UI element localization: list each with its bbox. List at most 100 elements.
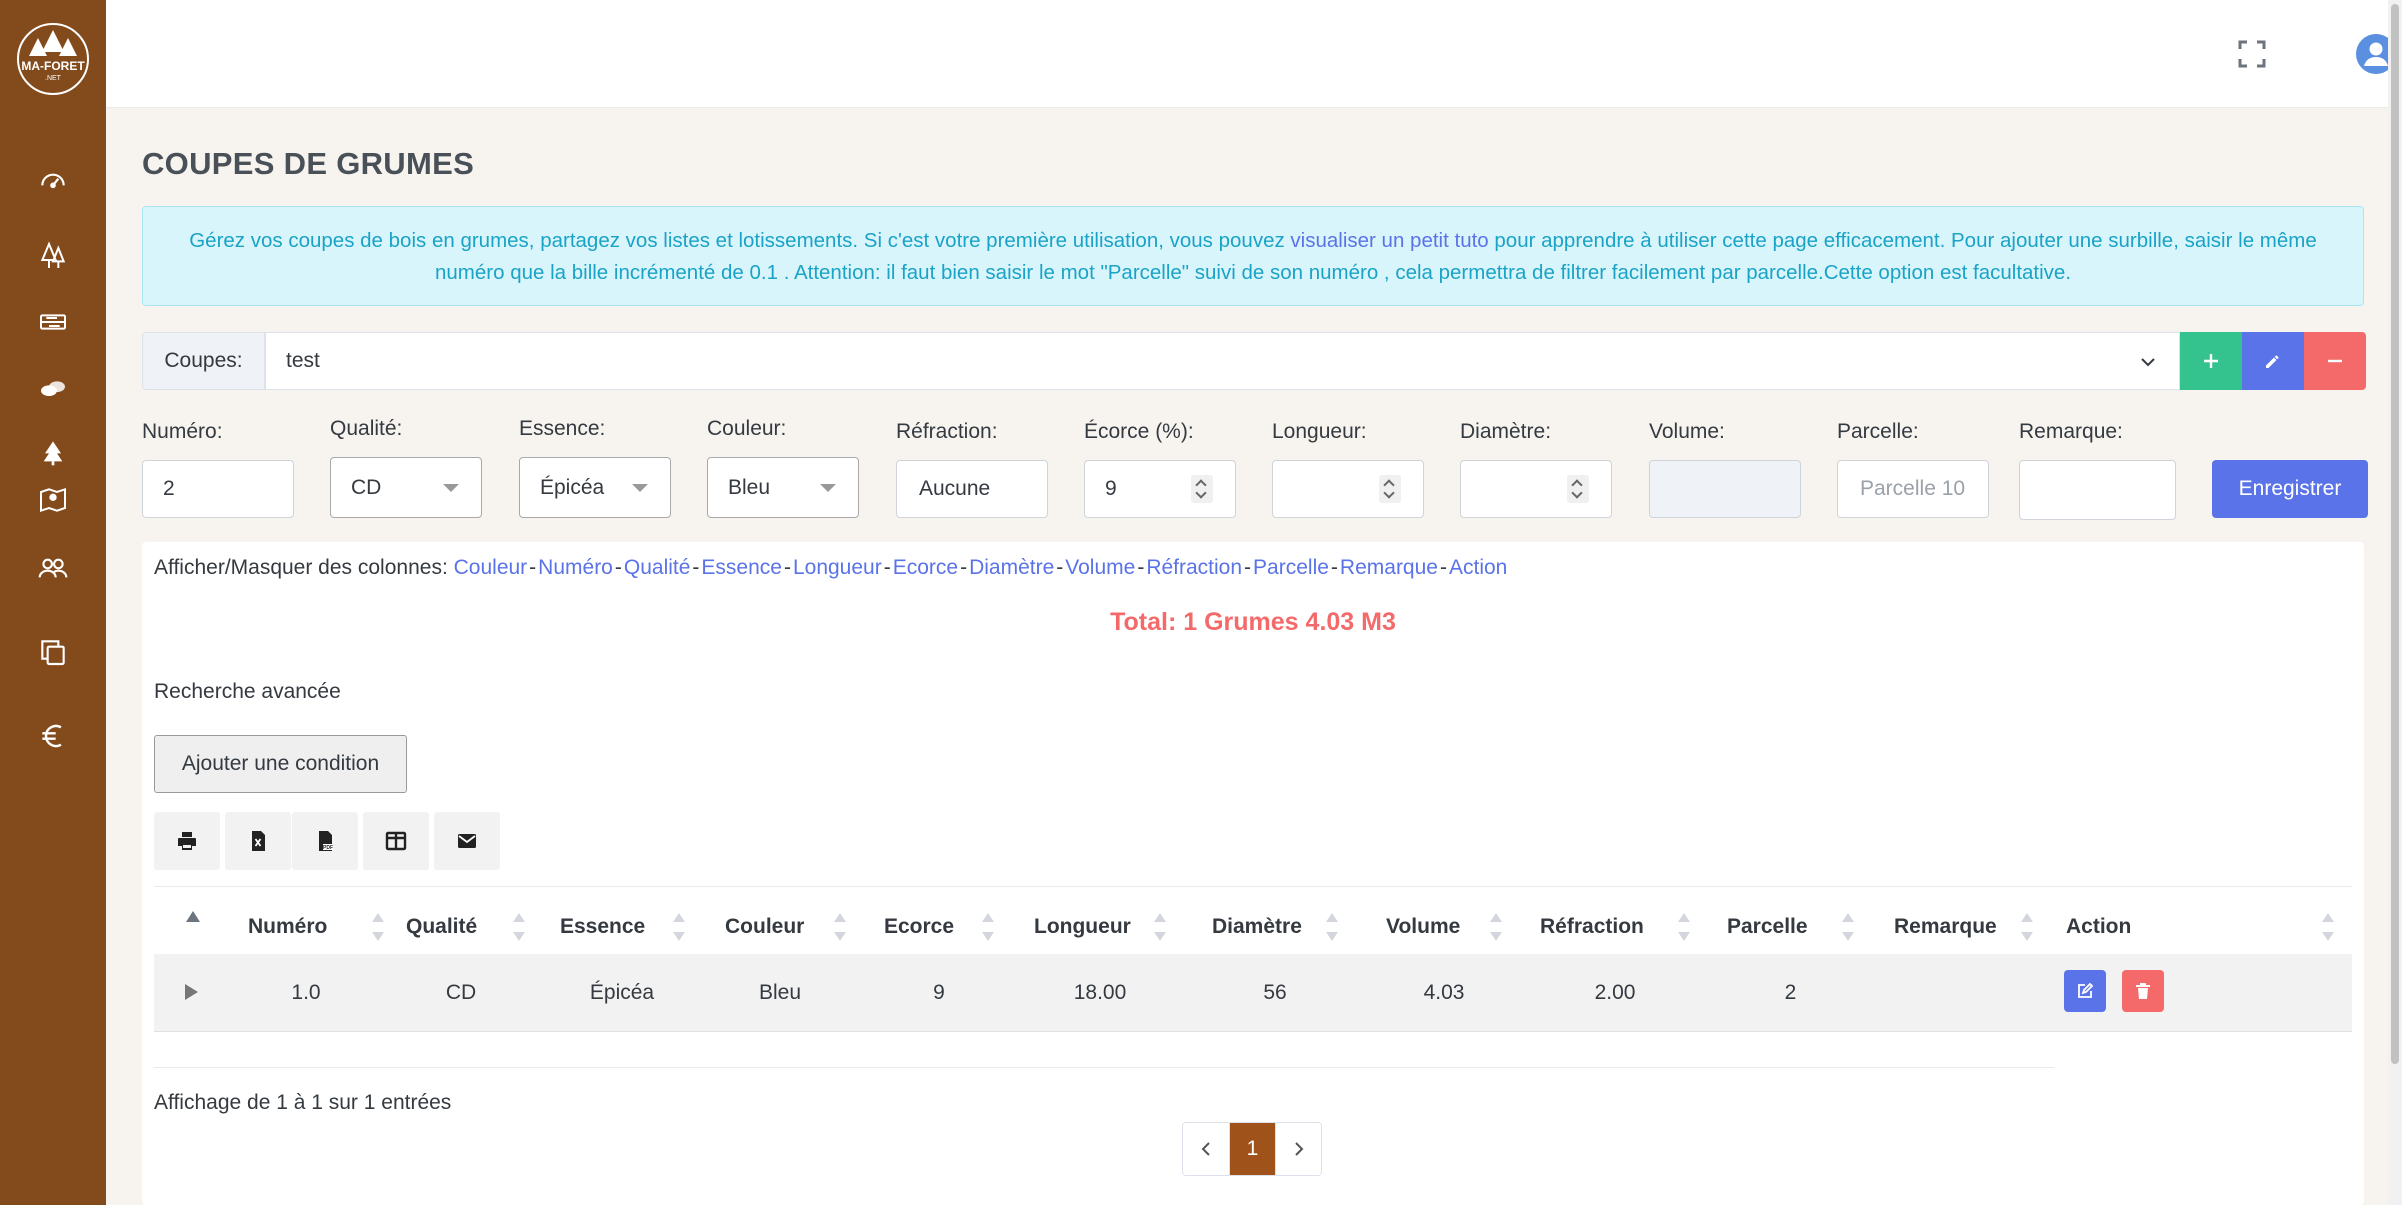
- toggle-parcelle[interactable]: Parcelle: [1253, 556, 1329, 579]
- svg-text:.NET: .NET: [45, 75, 62, 82]
- sort-icon[interactable]: [1842, 913, 1854, 941]
- refraction-label: Réfraction:: [896, 420, 998, 443]
- sort-icon[interactable]: [2021, 913, 2033, 941]
- alert-text-before: Gérez vos coupes de bois en grumes, part…: [189, 229, 1291, 252]
- sort-icon[interactable]: [372, 913, 384, 941]
- sort-icon[interactable]: [982, 913, 994, 941]
- essence-label: Essence:: [519, 417, 606, 440]
- copy-icon[interactable]: [33, 632, 73, 672]
- map-icon[interactable]: [33, 480, 73, 520]
- coupes-label: Coupes:: [142, 332, 265, 390]
- remarque-input[interactable]: [2019, 460, 2176, 520]
- cell-volume: 4.03: [1423, 981, 1465, 1004]
- longueur-label: Longueur:: [1272, 420, 1367, 443]
- fir-tree-icon[interactable]: [33, 432, 73, 472]
- edit-row-button[interactable]: [2064, 970, 2106, 1012]
- fullscreen-icon[interactable]: [2236, 38, 2268, 70]
- columns-button[interactable]: [363, 812, 429, 870]
- column-toggle-row: Afficher/Masquer des colonnes: Couleur-N…: [154, 556, 1508, 579]
- cell-refraction: 2.00: [1594, 981, 1636, 1004]
- pdf-button[interactable]: PDF: [292, 812, 358, 870]
- couleur-select[interactable]: Bleu: [707, 457, 859, 518]
- sort-icon[interactable]: [1326, 913, 1338, 941]
- logs-icon[interactable]: [33, 368, 73, 408]
- brand-logo[interactable]: MA-FORET .NET: [12, 22, 94, 96]
- toggle-refraction[interactable]: Réfraction: [1146, 556, 1242, 579]
- coupes-select[interactable]: test: [265, 332, 2180, 390]
- dropdown-arrow-icon: [443, 484, 459, 492]
- spinner-icon[interactable]: [1379, 475, 1401, 503]
- coupes-selector: Coupes: test: [142, 332, 2366, 390]
- dashboard-icon[interactable]: [33, 160, 73, 200]
- previous-page-button[interactable]: [1183, 1123, 1229, 1175]
- qualite-select[interactable]: CD: [330, 457, 482, 518]
- excel-icon: [252, 831, 265, 851]
- coupes-selected-value: test: [286, 349, 320, 372]
- remarque-label: Remarque:: [2019, 420, 2123, 443]
- sort-icon[interactable]: [1678, 913, 1690, 941]
- sort-icon[interactable]: [1490, 913, 1502, 941]
- delete-row-button[interactable]: [2122, 970, 2164, 1012]
- spinner-icon[interactable]: [1567, 475, 1589, 503]
- cell-longueur: 18.00: [1073, 981, 1127, 1004]
- print-icon: [178, 832, 196, 850]
- tutorial-link[interactable]: visualiser un petit tuto: [1290, 229, 1488, 252]
- parcelle-input[interactable]: Parcelle 10: [1837, 460, 1989, 518]
- pdf-icon: PDF: [319, 831, 333, 851]
- info-alert: Gérez vos coupes de bois en grumes, part…: [142, 206, 2364, 306]
- wood-planks-icon[interactable]: [33, 302, 73, 342]
- cell-parcelle: 2: [1784, 981, 1797, 1004]
- excel-button[interactable]: [225, 812, 291, 870]
- page-scrollbar[interactable]: [2388, 0, 2402, 1205]
- trees-icon[interactable]: [33, 236, 73, 276]
- sort-icon[interactable]: [1154, 913, 1166, 941]
- toggle-essence[interactable]: Essence: [701, 556, 782, 579]
- parcelle-placeholder: Parcelle 10: [1860, 477, 1966, 500]
- chevron-left-icon: [1201, 1142, 1210, 1156]
- table-info: Affichage de 1 à 1 sur 1 entrées: [154, 1091, 452, 1114]
- sort-icon[interactable]: [2322, 913, 2334, 941]
- cell-remarque: [1894, 954, 2034, 1032]
- next-page-button[interactable]: [1275, 1123, 1321, 1175]
- spinner-icon[interactable]: [1191, 475, 1213, 503]
- print-button[interactable]: [154, 812, 220, 870]
- save-button[interactable]: Enregistrer: [2212, 460, 2368, 518]
- sort-icon[interactable]: [673, 913, 685, 941]
- email-icon: [458, 834, 476, 848]
- refraction-input[interactable]: Aucune: [896, 460, 1048, 518]
- cell-qualite: CD: [445, 981, 477, 1004]
- longueur-input[interactable]: [1272, 460, 1424, 518]
- numero-input[interactable]: 2: [142, 460, 294, 518]
- scrollbar-thumb[interactable]: [2391, 4, 2399, 1064]
- toggle-couleur[interactable]: Couleur: [454, 556, 528, 579]
- sort-icon[interactable]: [834, 913, 846, 941]
- email-button[interactable]: [434, 812, 500, 870]
- essence-select[interactable]: Épicéa: [519, 457, 671, 518]
- diametre-input[interactable]: [1460, 460, 1612, 518]
- sort-icon[interactable]: [513, 913, 525, 941]
- table-row[interactable]: 1.0 CD Épicéa Bleu 9 18.00 56 4.03 2.00 …: [154, 954, 2352, 1032]
- toggle-longueur[interactable]: Longueur: [793, 556, 882, 579]
- expand-row-icon[interactable]: [185, 984, 198, 1000]
- sort-ascending-icon[interactable]: [186, 911, 200, 922]
- ecorce-input[interactable]: 9: [1084, 460, 1236, 518]
- toggle-action[interactable]: Action: [1449, 556, 1507, 579]
- toggle-numero[interactable]: Numéro: [538, 556, 613, 579]
- toggle-volume[interactable]: Volume: [1065, 556, 1135, 579]
- advanced-search-label: Recherche avancée: [154, 680, 341, 703]
- add-condition-button[interactable]: Ajouter une condition: [154, 735, 407, 793]
- delete-coupe-button[interactable]: [2304, 332, 2366, 390]
- couleur-label: Couleur:: [707, 417, 787, 440]
- toggle-qualite[interactable]: Qualité: [624, 556, 691, 579]
- ecorce-label: Écorce (%):: [1084, 420, 1194, 443]
- cell-diametre: 56: [1263, 981, 1287, 1004]
- users-icon[interactable]: [33, 548, 73, 588]
- toggle-diametre[interactable]: Diamètre: [969, 556, 1054, 579]
- edit-coupe-button[interactable]: [2242, 332, 2304, 390]
- page-button-current[interactable]: 1: [1229, 1123, 1275, 1175]
- pagination: 1: [1182, 1122, 1322, 1176]
- toggle-remarque[interactable]: Remarque: [1340, 556, 1438, 579]
- toggle-ecorce[interactable]: Ecorce: [893, 556, 958, 579]
- add-coupe-button[interactable]: [2180, 332, 2242, 390]
- euro-icon[interactable]: [33, 716, 73, 756]
